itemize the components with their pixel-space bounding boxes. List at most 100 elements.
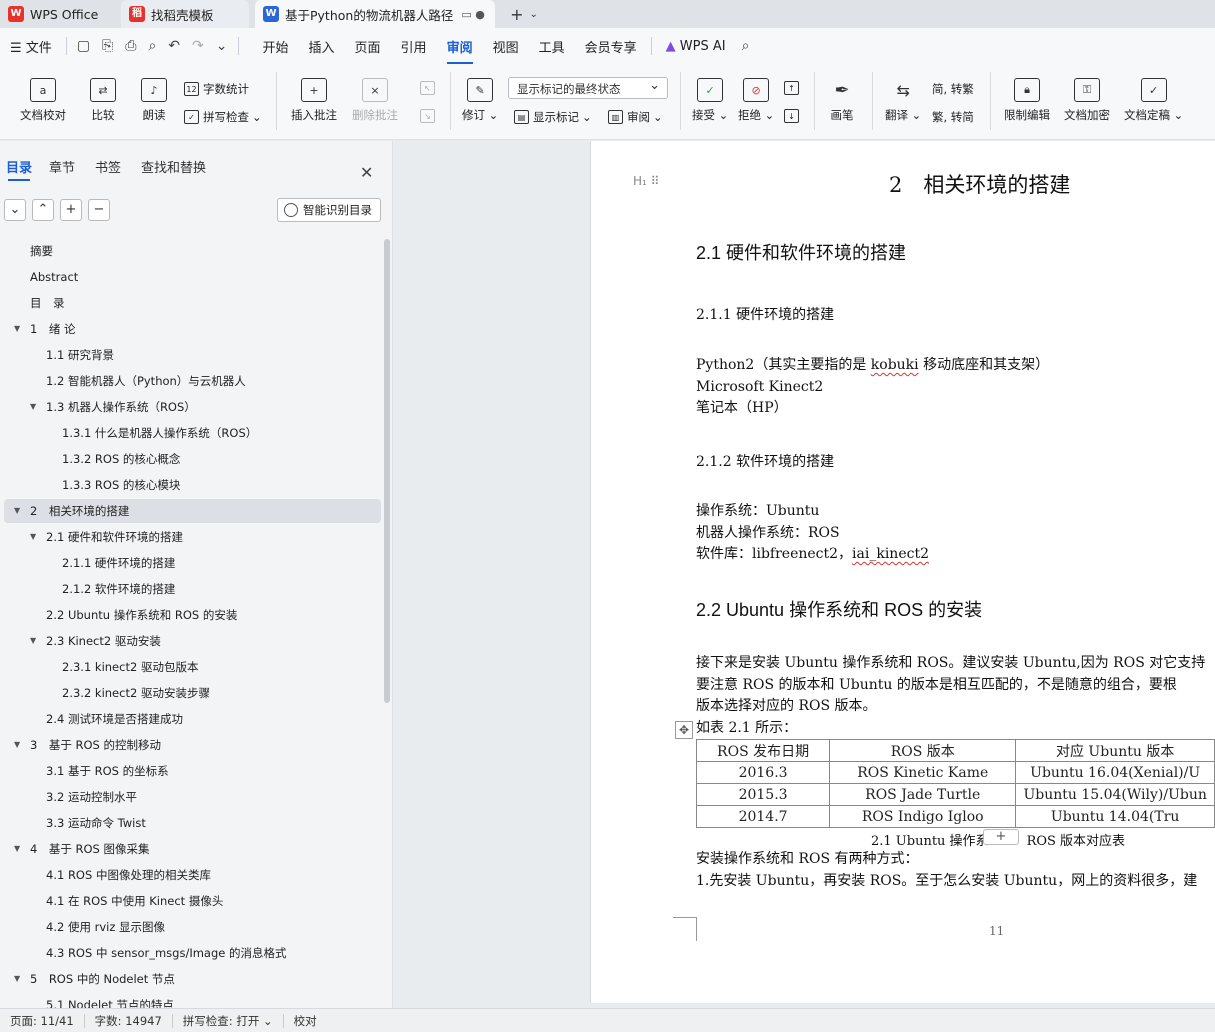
- encrypt-button[interactable]: ⚿ 文档加密: [1064, 78, 1110, 123]
- toc-item[interactable]: 1.3 机器人操作系统（ROS）: [46, 395, 196, 419]
- tab-bookmarks[interactable]: 书签: [95, 157, 121, 176]
- toc-item[interactable]: 2.1.1 硬件环境的搭建: [62, 551, 175, 575]
- print-preview-icon[interactable]: ⌕: [142, 38, 162, 54]
- toc-item[interactable]: 2.3.1 kinect2 驱动包版本: [62, 655, 198, 679]
- toc-item[interactable]: 2.4 测试环境是否搭建成功: [46, 707, 183, 731]
- toc-item[interactable]: 4 基于 ROS 图像采集: [30, 837, 149, 861]
- next-change-button[interactable]: ↓: [784, 109, 803, 123]
- wps-ai-button[interactable]: ▲ WPS AI: [656, 39, 736, 54]
- undo-icon[interactable]: ↶: [162, 38, 186, 54]
- tab-toc[interactable]: 目录: [6, 157, 32, 181]
- tab-wps-office[interactable]: W WPS Office: [0, 0, 115, 28]
- search-icon[interactable]: ⌕: [736, 38, 756, 54]
- reject-button[interactable]: ⊘ 拒绝 ⌄: [738, 78, 774, 123]
- print-icon[interactable]: ⎙: [119, 38, 142, 54]
- word-count-indicator[interactable]: 字数: 14947: [85, 1013, 172, 1029]
- toc-item[interactable]: 4.3 ROS 中 sensor_msgs/Image 的消息格式: [46, 941, 287, 965]
- menu-review[interactable]: 审阅: [437, 37, 483, 64]
- toc-item[interactable]: 5 ROS 中的 Nodelet 节点: [30, 967, 175, 991]
- pen-button[interactable]: ✒ 画笔: [829, 78, 855, 123]
- prev-comment-button[interactable]: ↖: [420, 81, 439, 95]
- markup-status-select[interactable]: 显示标记的最终状态: [508, 77, 668, 99]
- toc-item[interactable]: 1.3.1 什么是机器人操作系统（ROS）: [62, 421, 257, 445]
- insert-comment-button[interactable]: + 插入批注: [291, 78, 337, 123]
- proof-indicator[interactable]: 校对: [284, 1013, 327, 1029]
- accept-button[interactable]: ✓ 接受 ⌄: [692, 78, 728, 123]
- menu-insert[interactable]: 插入: [299, 37, 345, 56]
- toc-item[interactable]: Abstract: [30, 265, 78, 289]
- revise-button[interactable]: ✎ 修订 ⌄: [462, 78, 498, 123]
- tab-chapters[interactable]: 章节: [49, 157, 75, 176]
- page-indicator[interactable]: 页面: 11/41: [0, 1013, 84, 1029]
- smart-toc-button[interactable]: 智能识别目录: [277, 198, 381, 222]
- prev-change-button[interactable]: ↑: [784, 81, 803, 95]
- save-icon[interactable]: ▢: [71, 38, 96, 54]
- tab-find-replace[interactable]: 查找和替换: [141, 157, 206, 176]
- expand-up-button[interactable]: ⌃: [32, 199, 54, 221]
- tab-document[interactable]: W 基于Python的物流机器人路径 ▭ ●: [255, 0, 495, 28]
- toc-item[interactable]: 目 录: [30, 291, 65, 315]
- review-pane-button[interactable]: ▥ 审阅 ⌄: [608, 109, 663, 125]
- restrict-edit-button[interactable]: 🔒︎ 限制编辑: [1004, 78, 1050, 123]
- ros-version-table[interactable]: ROS 发布日期 ROS 版本 对应 Ubuntu 版本 2016.3 ROS …: [695, 739, 1215, 828]
- spell-check-indicator[interactable]: 拼写检查: 打开 ⌄: [173, 1013, 283, 1029]
- toc-item[interactable]: 摘要: [30, 239, 53, 263]
- toc-item[interactable]: 2.1.2 软件环境的搭建: [62, 577, 175, 601]
- toc-expand-arrow-icon[interactable]: ▼: [14, 837, 20, 861]
- document-page[interactable]: H₁ ⠿ 2 相关环境的搭建 2.1 硬件和软件环境的搭建 2.1.1 硬件环境…: [590, 141, 1215, 1003]
- read-aloud-button[interactable]: ♪ 朗读: [141, 78, 167, 123]
- add-heading-button[interactable]: +: [60, 199, 82, 221]
- nav-scrollbar[interactable]: [384, 239, 390, 703]
- toc-item[interactable]: 2.3 Kinect2 驱动安装: [46, 629, 161, 653]
- toc-item[interactable]: 4.1 ROS 中图像处理的相关类库: [46, 863, 211, 887]
- heading-drag-handle-icon[interactable]: H₁ ⠿: [633, 174, 659, 188]
- compare-button[interactable]: ⇄ 比较: [90, 78, 116, 123]
- toc-expand-arrow-icon[interactable]: ▼: [14, 499, 20, 523]
- menu-view[interactable]: 视图: [483, 37, 529, 56]
- toc-expand-arrow-icon[interactable]: ▼: [14, 317, 20, 341]
- proofread-button[interactable]: a 文档校对: [20, 78, 66, 123]
- new-tab-button[interactable]: + ⌄: [504, 3, 544, 25]
- toc-item[interactable]: 2.3.2 kinect2 驱动安装步骤: [62, 681, 210, 705]
- file-menu[interactable]: ☰ 文件: [0, 37, 62, 56]
- toc-expand-arrow-icon[interactable]: ▼: [30, 629, 36, 653]
- collapse-all-button[interactable]: ⌄: [4, 199, 26, 221]
- toc-item[interactable]: 1.3.3 ROS 的核心模块: [62, 473, 180, 497]
- toc-expand-arrow-icon[interactable]: ▼: [30, 395, 36, 419]
- simp-to-trad-button[interactable]: 简, 转繁: [932, 81, 974, 97]
- toc-item[interactable]: 3 基于 ROS 的控制移动: [30, 733, 161, 757]
- toc-expand-arrow-icon[interactable]: ▼: [14, 733, 20, 757]
- spell-check-button[interactable]: ✓ 拼写检查 ⌄: [184, 109, 262, 125]
- menu-page[interactable]: 页面: [345, 37, 391, 56]
- toc-item[interactable]: 1 绪 论: [30, 317, 75, 341]
- next-comment-button[interactable]: ↘: [420, 109, 439, 123]
- menu-references[interactable]: 引用: [391, 37, 437, 56]
- add-row-button[interactable]: +: [983, 829, 1019, 845]
- toc-item[interactable]: 1.1 研究背景: [46, 343, 114, 367]
- export-icon[interactable]: ⎘: [96, 38, 119, 54]
- translate-button[interactable]: ⇆ 翻译 ⌄: [885, 78, 921, 123]
- toc-item[interactable]: 2 相关环境的搭建: [30, 499, 129, 523]
- more-chevron-icon[interactable]: ⌄: [210, 38, 234, 54]
- toc-item[interactable]: 3.2 运动控制水平: [46, 785, 137, 809]
- delete-comment-button[interactable]: × 删除批注: [352, 78, 398, 123]
- toc-expand-arrow-icon[interactable]: ▼: [14, 967, 20, 991]
- toc-item[interactable]: 3.1 基于 ROS 的坐标系: [46, 759, 169, 783]
- word-count-button[interactable]: 12 字数统计: [184, 81, 249, 97]
- menu-tools[interactable]: 工具: [529, 37, 575, 56]
- trad-to-simp-button[interactable]: 繁, 转简: [932, 109, 974, 125]
- toc-item[interactable]: 1.3.2 ROS 的核心概念: [62, 447, 180, 471]
- toc-item[interactable]: 2.2 Ubuntu 操作系统和 ROS 的安装: [46, 603, 237, 627]
- tab-template[interactable]: 稻 找稻壳模板: [121, 0, 249, 28]
- toc-item[interactable]: 3.3 运动命令 Twist: [46, 811, 146, 835]
- menu-home[interactable]: 开始: [253, 37, 299, 56]
- toc-item[interactable]: 2.1 硬件和软件环境的搭建: [46, 525, 183, 549]
- show-markup-button[interactable]: ▤ 显示标记 ⌄: [514, 109, 592, 125]
- toc-item[interactable]: 1.2 智能机器人（Python）与云机器人: [46, 369, 246, 393]
- redo-icon[interactable]: ↷: [186, 38, 210, 54]
- finalize-button[interactable]: ✓ 文档定稿 ⌄: [1124, 78, 1183, 123]
- remove-heading-button[interactable]: −: [88, 199, 110, 221]
- toc-expand-arrow-icon[interactable]: ▼: [30, 525, 36, 549]
- menu-member[interactable]: 会员专享: [575, 37, 647, 56]
- toc-item[interactable]: 4.2 使用 rviz 显示图像: [46, 915, 165, 939]
